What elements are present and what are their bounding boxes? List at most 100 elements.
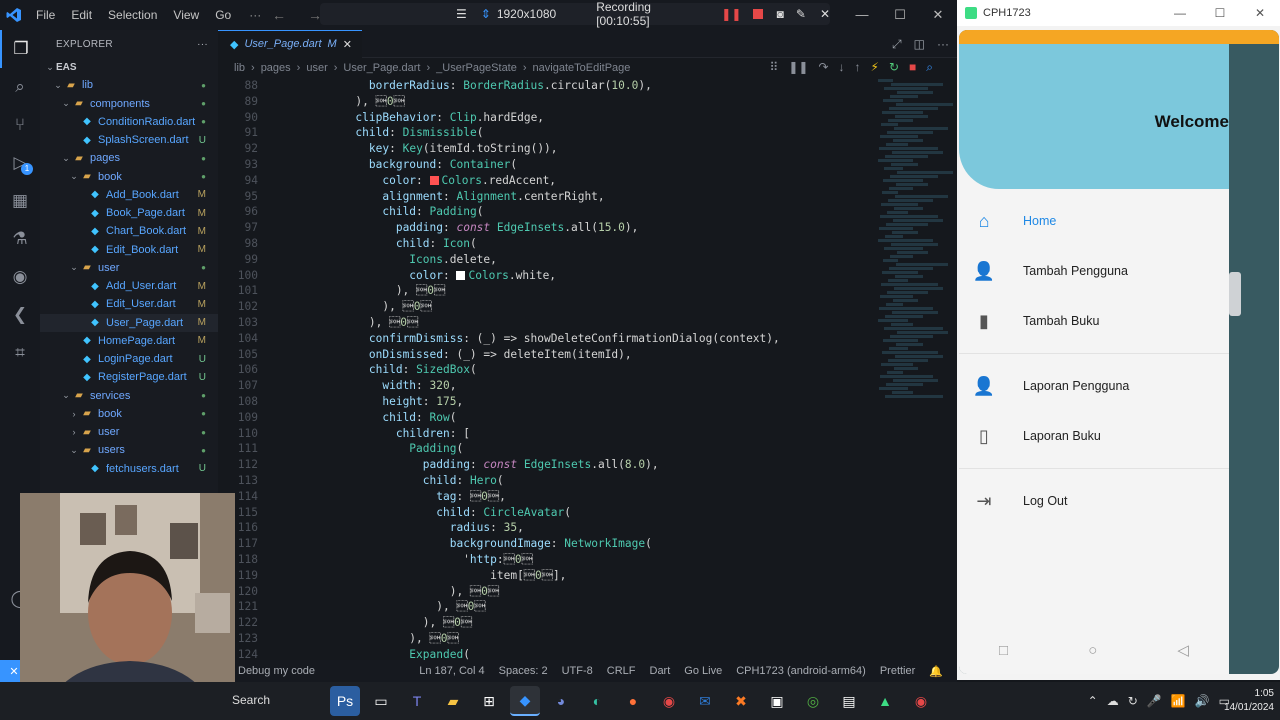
- code-line[interactable]: 115 child: CircleAvatar(: [218, 505, 868, 521]
- explorer-more-icon[interactable]: ···: [197, 39, 208, 50]
- step-out-icon[interactable]: ↑: [855, 60, 861, 75]
- tree-file[interactable]: ◆ Chart_Book.dart M: [40, 222, 218, 240]
- source-control-icon[interactable]: ⑂: [0, 106, 40, 144]
- breadcrumb-item[interactable]: navigateToEditPage: [533, 62, 631, 74]
- code-line[interactable]: 93 background: Container(: [218, 157, 868, 173]
- code-line[interactable]: 110 children: [: [218, 426, 868, 442]
- teams-app-icon[interactable]: T: [402, 686, 432, 716]
- breadcrumb-item[interactable]: lib: [234, 62, 245, 74]
- code-line[interactable]: 108 height: 175,: [218, 394, 868, 410]
- code-line[interactable]: 111 Padding(: [218, 441, 868, 457]
- breadcrumb-item[interactable]: user: [306, 62, 327, 74]
- photoshop-app-icon[interactable]: Ps: [330, 686, 360, 716]
- drag-handle-icon[interactable]: ⠿: [770, 60, 779, 75]
- step-into-icon[interactable]: ↓: [839, 60, 845, 75]
- code-line[interactable]: 101 ), 0: [218, 283, 868, 299]
- emu-close-icon[interactable]: ✕: [1240, 0, 1280, 26]
- line-ending[interactable]: CRLF: [607, 665, 636, 678]
- cloud-icon[interactable]: ☁: [1107, 694, 1119, 708]
- close-recording-icon[interactable]: ✕: [820, 7, 830, 21]
- code-line[interactable]: 90 clipBehavior: Clip.hardEdge,: [218, 110, 868, 126]
- vscode-app-icon[interactable]: ◆: [510, 686, 540, 716]
- home-button-icon[interactable]: ○: [1088, 642, 1097, 659]
- tree-file[interactable]: ◆ Book_Page.dart M: [40, 204, 218, 222]
- tree-file[interactable]: ◆ RegisterPage.dart U: [40, 368, 218, 386]
- menu-item-view[interactable]: View: [165, 0, 207, 30]
- clock[interactable]: 1:05 14/01/2024: [1224, 687, 1274, 715]
- drawer-item-home[interactable]: ⌂ Home: [959, 196, 1229, 246]
- tree-file[interactable]: ◆ Edit_User.dart M: [40, 295, 218, 313]
- tree-file[interactable]: ◆ LoginPage.dart U: [40, 350, 218, 368]
- menu-item-go[interactable]: Go: [207, 0, 239, 30]
- code-line[interactable]: 118 'http:0: [218, 552, 868, 568]
- tree-folder[interactable]: ⌄ ▰ book ●: [40, 168, 218, 186]
- tree-folder[interactable]: ⌄ ▰ services ●: [40, 387, 218, 405]
- tab-user-page[interactable]: ◆ User_Page.dart M ✕: [218, 29, 362, 58]
- tree-file[interactable]: ◆ SplashScreen.dart U: [40, 131, 218, 149]
- pause-icon[interactable]: ❚❚: [721, 7, 741, 21]
- prettier-status[interactable]: Prettier: [880, 665, 915, 678]
- split-editor-icon[interactable]: ◫: [914, 37, 925, 52]
- breadcrumb-item[interactable]: _UserPageState: [436, 62, 517, 74]
- menu-item-edit[interactable]: Edit: [63, 0, 100, 30]
- breadcrumb-item[interactable]: User_Page.dart: [343, 62, 420, 74]
- record-app-icon[interactable]: ◉: [654, 686, 684, 716]
- taskbar-search[interactable]: Search: [232, 693, 270, 707]
- inspect-icon[interactable]: ⌕: [926, 60, 933, 75]
- code-line[interactable]: 91 child: Dismissible(: [218, 125, 868, 141]
- android-emulator-icon[interactable]: ▲: [870, 686, 900, 716]
- code-line[interactable]: 88 borderRadius: BorderRadius.circular(1…: [218, 78, 868, 94]
- store-app-icon[interactable]: ⊞: [474, 686, 504, 716]
- minimap[interactable]: [878, 78, 953, 418]
- stop-debug-icon[interactable]: ■: [909, 60, 916, 75]
- edge-app-icon[interactable]: ◐: [582, 686, 612, 716]
- firefox-app-icon[interactable]: ●: [618, 686, 648, 716]
- code-line[interactable]: 98 child: Icon(: [218, 236, 868, 252]
- tree-file[interactable]: ◆ User_Page.dart M: [40, 313, 218, 332]
- tree-file[interactable]: ◆ fetchusers.dart U: [40, 460, 218, 478]
- terminal-app-icon[interactable]: ▤: [834, 686, 864, 716]
- camera-icon[interactable]: ◙: [777, 7, 784, 21]
- code-line[interactable]: 121 ), 0: [218, 599, 868, 615]
- code-line[interactable]: 109 child: Row(: [218, 410, 868, 426]
- obs-app-icon[interactable]: ◉: [906, 686, 936, 716]
- debug-config[interactable]: Debug my code: [238, 665, 315, 677]
- tree-folder[interactable]: ⌄ ▰ pages ●: [40, 149, 218, 167]
- workspace-root[interactable]: ⌄ EAS: [40, 58, 218, 76]
- wifi-icon[interactable]: 📶: [1171, 694, 1186, 708]
- menu-item-selection[interactable]: Selection: [100, 0, 165, 30]
- tree-folder[interactable]: ⌄ ▰ users ●: [40, 441, 218, 459]
- tree-file[interactable]: ◆ Edit_Book.dart M: [40, 241, 218, 259]
- tree-file[interactable]: ◆ Add_Book.dart M: [40, 186, 218, 204]
- pen-icon[interactable]: ✎: [796, 7, 806, 21]
- code-line[interactable]: 113 child: Hero(: [218, 473, 868, 489]
- tree-folder[interactable]: ⌄ ▰ components ●: [40, 95, 218, 113]
- drawer-item-laporan-buku[interactable]: ▯ Laporan Buku: [959, 411, 1229, 461]
- code-line[interactable]: 123 ), 0: [218, 631, 868, 647]
- code-line[interactable]: 112 padding: const EdgeInsets.all(8.0),: [218, 457, 868, 473]
- recents-icon[interactable]: □: [999, 642, 1008, 659]
- open-changes-icon[interactable]: ⤢: [892, 37, 902, 52]
- code-line[interactable]: 124 Expanded(: [218, 647, 868, 660]
- code-line[interactable]: 114 tag: 0,: [218, 489, 868, 505]
- code-line[interactable]: 99 Icons.delete,: [218, 252, 868, 268]
- code-line[interactable]: 95 alignment: Alignment.centerRight,: [218, 189, 868, 205]
- flutter-icon[interactable]: ❮: [0, 296, 40, 334]
- xbox-app-icon[interactable]: ◎: [798, 686, 828, 716]
- maximize-icon[interactable]: ☐: [881, 0, 919, 30]
- testing-icon[interactable]: ⚗: [0, 220, 40, 258]
- indentation[interactable]: Spaces: 2: [499, 665, 548, 678]
- discord-app-icon[interactable]: ◕: [546, 686, 576, 716]
- run-debug-icon[interactable]: ▷ 1: [0, 144, 40, 182]
- sync-icon[interactable]: ↻: [1128, 694, 1138, 708]
- drawer-item-laporan-pengguna[interactable]: 👤 Laporan Pengguna: [959, 361, 1229, 411]
- editor-more-icon[interactable]: ···: [937, 37, 949, 52]
- explorer-icon[interactable]: ❐: [0, 30, 40, 68]
- tree-folder[interactable]: › ▰ user ●: [40, 423, 218, 441]
- device-selector[interactable]: CPH1723 (android-arm64): [736, 665, 866, 678]
- breadcrumb-item[interactable]: pages: [261, 62, 291, 74]
- emu-maximize-icon[interactable]: ☐: [1200, 0, 1240, 26]
- xampp-app-icon[interactable]: ✖: [726, 686, 756, 716]
- extensions-icon[interactable]: ▦: [0, 182, 40, 220]
- go-live-button[interactable]: Go Live: [684, 665, 722, 678]
